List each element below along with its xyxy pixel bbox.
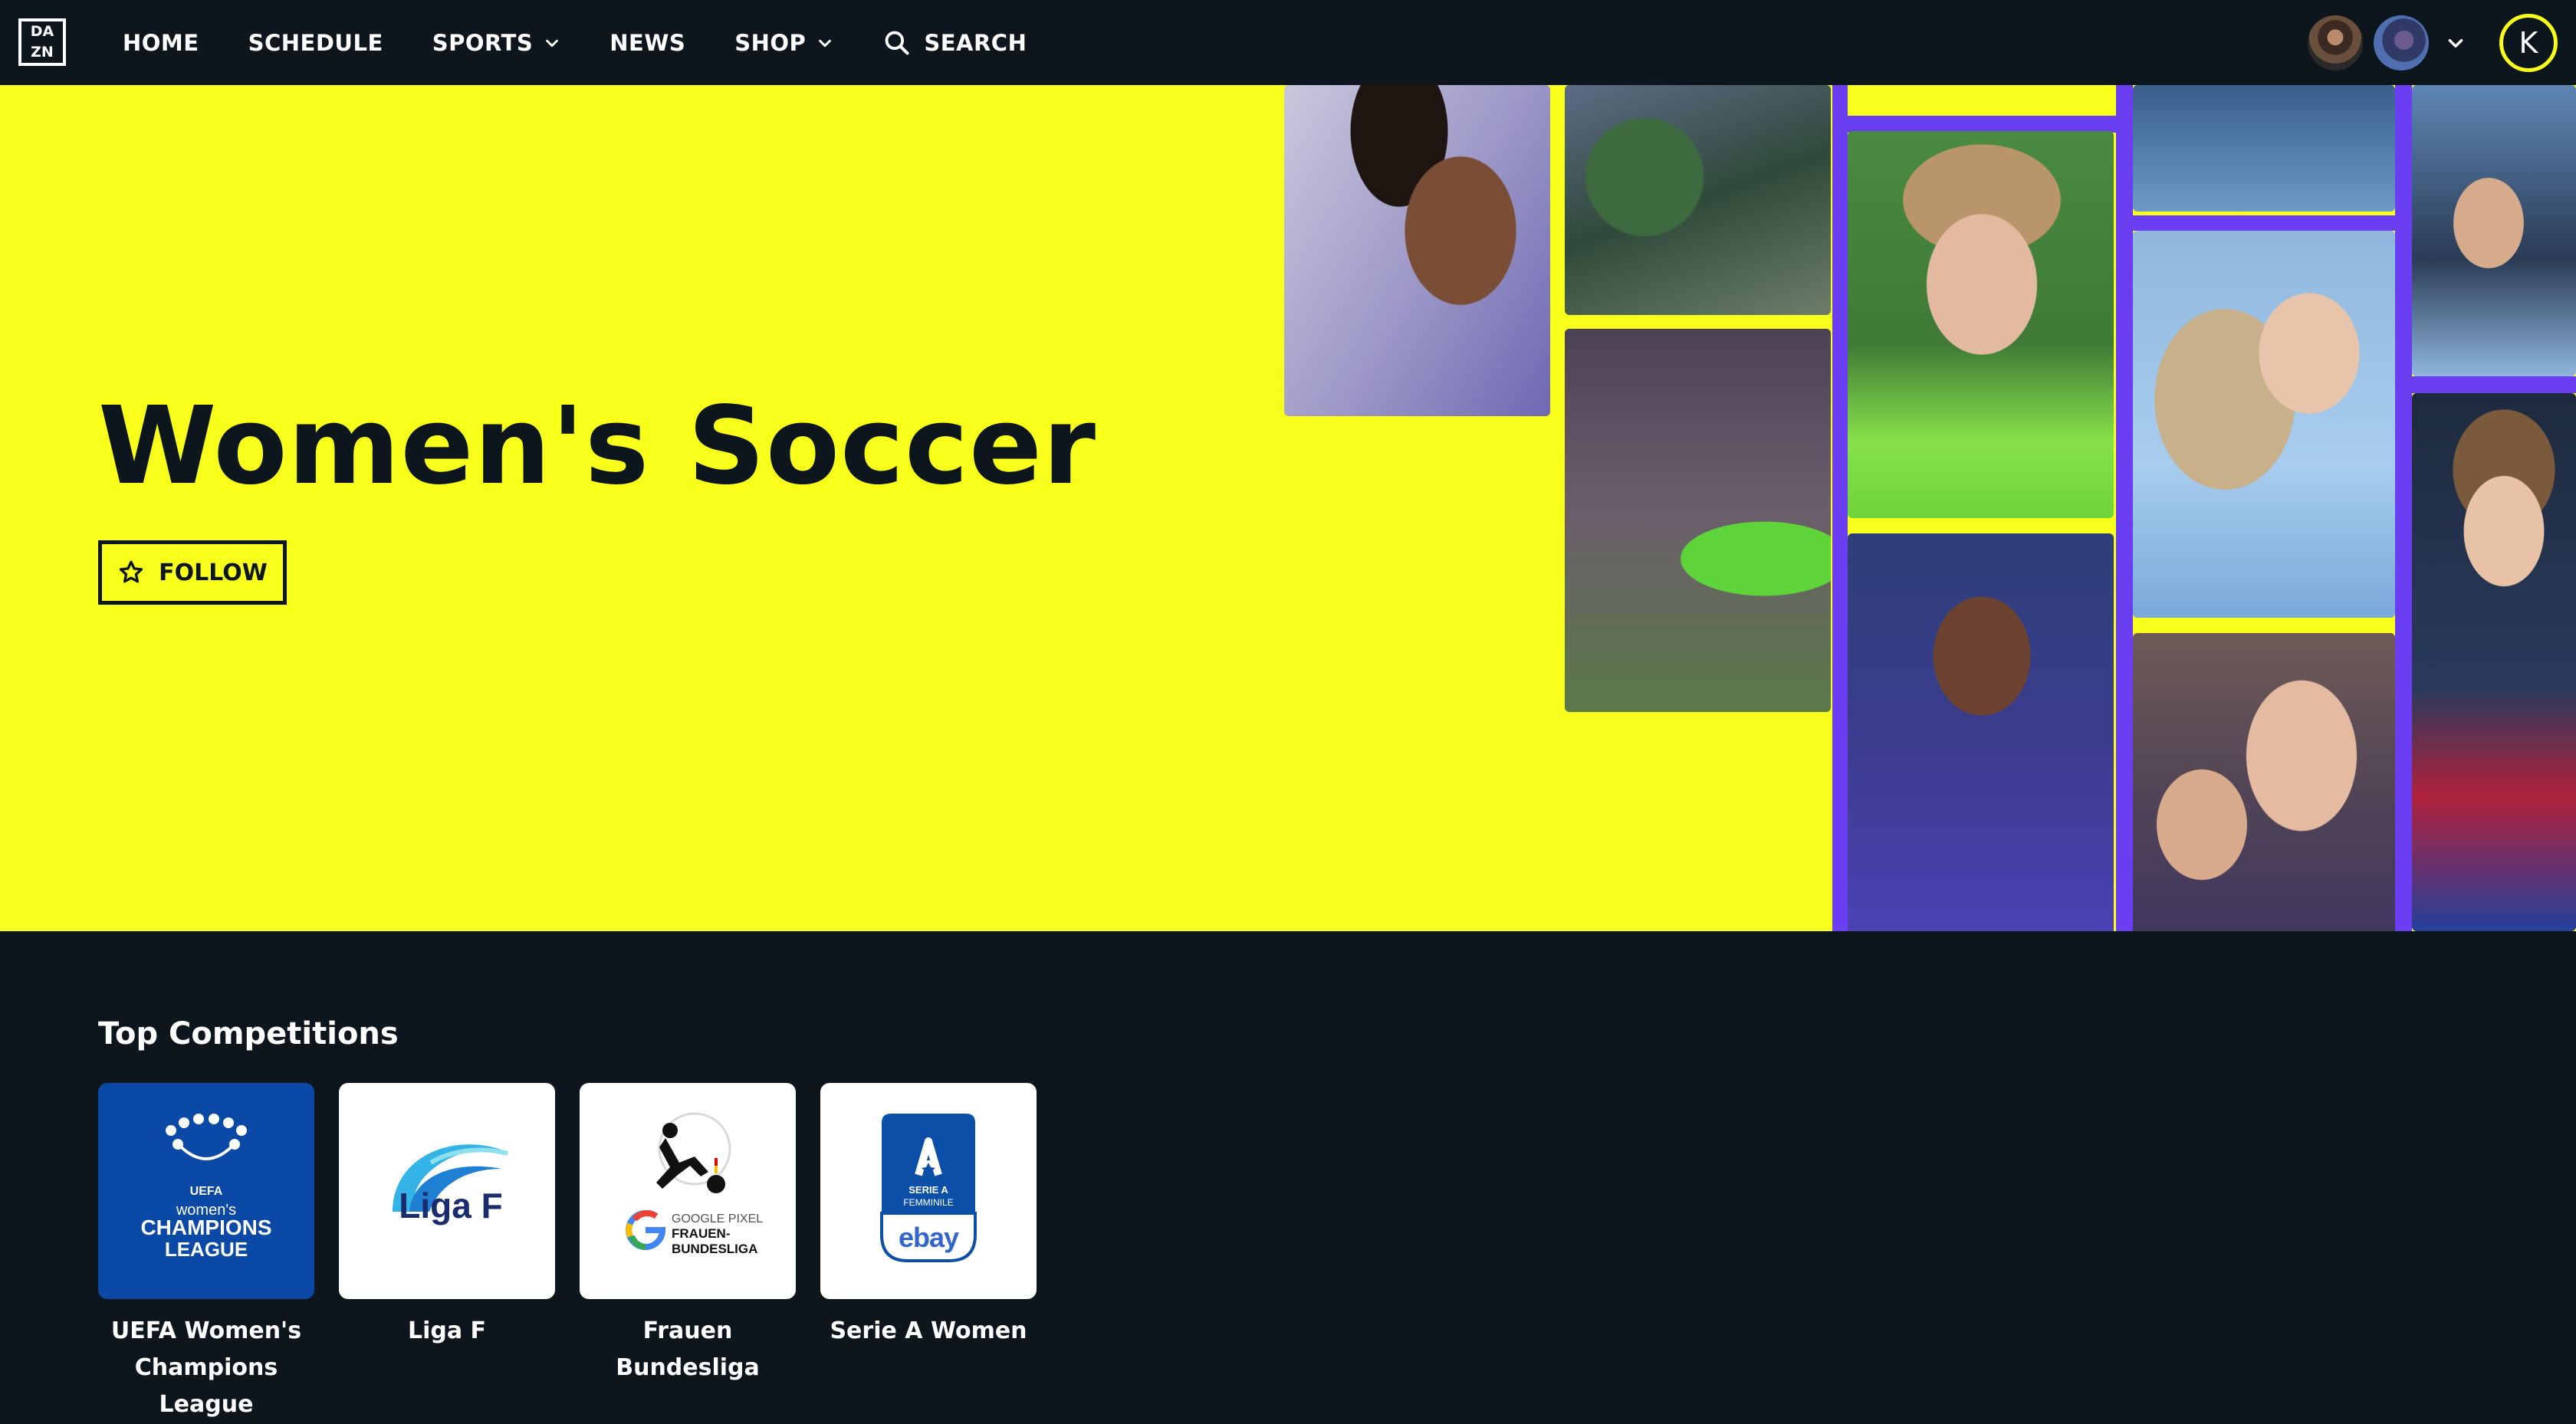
- star-icon: [119, 560, 143, 583]
- frauen-bundesliga-emblem-icon: GOOGLE PIXEL FRAUEN- BUNDESLIGA: [626, 1112, 763, 1256]
- competition-card[interactable]: SERIE A FEMMINILE ebay Serie A Women: [820, 1083, 1037, 1350]
- liga-f-logo-text: Liga F: [399, 1186, 502, 1225]
- nav-shop-label: SHOP: [734, 29, 807, 56]
- follow-label: FOLLOW: [159, 559, 268, 586]
- nav-search[interactable]: SEARCH: [882, 28, 1027, 57]
- nav-shop[interactable]: SHOP: [734, 30, 833, 56]
- liga-f-arc-icon: Liga F: [393, 1144, 508, 1225]
- hero-photo: [1565, 329, 1831, 712]
- frauen-bundesliga-logo-text: GOOGLE PIXEL: [672, 1212, 763, 1225]
- section-title-top-competitions: Top Competitions: [98, 1016, 399, 1052]
- collage-divider: [2400, 376, 2576, 393]
- hero-banner: Women's Soccer FOLLOW: [0, 85, 2576, 931]
- logo-text-top: DA: [30, 23, 54, 40]
- svg-text:FEMMINILE: FEMMINILE: [903, 1197, 953, 1208]
- serie-a-logo-text: SERIE A: [909, 1184, 948, 1196]
- nav-schedule-label: SCHEDULE: [248, 29, 383, 56]
- frauen-bundesliga-logo: GOOGLE PIXEL FRAUEN- BUNDESLIGA: [580, 1083, 796, 1299]
- hero-photo: [2412, 85, 2576, 376]
- nav-sports[interactable]: SPORTS: [432, 30, 561, 56]
- competition-name: Liga F: [407, 1317, 487, 1344]
- profile-initial: K: [2518, 25, 2538, 60]
- competition-name: Serie A Women: [830, 1317, 1027, 1344]
- favorite-athlete-avatar[interactable]: [2374, 15, 2429, 71]
- collage-divider: [2116, 85, 2133, 931]
- svg-text:ebay: ebay: [899, 1222, 959, 1253]
- top-nav: DA ZN HOME SCHEDULE SPORTS NEWS SHOP SEA…: [0, 0, 2576, 85]
- nav-news[interactable]: NEWS: [610, 30, 685, 56]
- logo-text-bottom: ZN: [31, 44, 54, 61]
- hero-photo: [2133, 231, 2395, 618]
- chevron-down-icon: [819, 39, 832, 47]
- nav-home[interactable]: HOME: [123, 30, 199, 56]
- hero-photo: [2133, 85, 2395, 212]
- page-title: Women's Soccer: [98, 384, 1097, 509]
- competition-card[interactable]: Liga F Liga F: [339, 1083, 555, 1350]
- uwcl-starball-icon: UEFA women's CHAMPIONS LEAGUE: [140, 1114, 272, 1261]
- search-icon: [885, 31, 909, 55]
- nav-schedule[interactable]: SCHEDULE: [248, 30, 383, 56]
- nav-news-label: NEWS: [610, 29, 686, 56]
- collage-divider: [1840, 116, 2131, 133]
- account-area: K: [2297, 0, 2558, 85]
- nav-links: HOME SCHEDULE SPORTS NEWS SHOP SEARCH: [123, 0, 1076, 85]
- chevron-down-icon: [546, 39, 559, 47]
- collage-divider: [2124, 215, 2400, 231]
- svg-text:CHAMPIONS: CHAMPIONS: [140, 1216, 271, 1239]
- profile-button[interactable]: K: [2499, 13, 2558, 72]
- hero-photo: [2412, 393, 2576, 931]
- uwcl-logo: UEFA women's CHAMPIONS LEAGUE: [98, 1083, 314, 1299]
- favorite-athlete-avatar[interactable]: [2308, 15, 2363, 71]
- competition-name: UEFA Women's Champions League: [110, 1317, 302, 1418]
- competition-card[interactable]: UEFA women's CHAMPIONS LEAGUE UEFA Women…: [98, 1083, 314, 1423]
- hero-photo: [1848, 533, 2114, 931]
- serie-a-femminile-logo: SERIE A FEMMINILE ebay: [820, 1083, 1037, 1299]
- uwcl-logo-text: UEFA: [190, 1185, 223, 1198]
- collage-divider: [1832, 85, 1848, 931]
- follow-button[interactable]: FOLLOW: [98, 540, 287, 605]
- dazn-logo[interactable]: DA ZN: [18, 18, 66, 66]
- nav-sports-label: SPORTS: [432, 29, 534, 56]
- chevron-down-icon[interactable]: [2446, 33, 2466, 53]
- liga-f-logo: Liga F: [339, 1083, 555, 1299]
- nav-home-label: HOME: [123, 29, 199, 56]
- serie-a-shield-icon: SERIE A FEMMINILE ebay: [880, 1114, 977, 1262]
- hero-photo: [1565, 85, 1831, 315]
- svg-text:BUNDESLIGA: BUNDESLIGA: [672, 1242, 757, 1256]
- hero-photo: [2133, 633, 2395, 931]
- collage-divider: [2395, 85, 2412, 931]
- competition-name: Frauen Bundesliga: [616, 1317, 760, 1381]
- hero-photo: [1848, 131, 2114, 518]
- svg-text:FRAUEN-: FRAUEN-: [672, 1226, 731, 1241]
- svg-text:LEAGUE: LEAGUE: [165, 1238, 248, 1261]
- competition-card[interactable]: GOOGLE PIXEL FRAUEN- BUNDESLIGA Frauen B…: [580, 1083, 796, 1386]
- hero-photo: [1284, 85, 1550, 416]
- nav-search-label: SEARCH: [924, 29, 1027, 56]
